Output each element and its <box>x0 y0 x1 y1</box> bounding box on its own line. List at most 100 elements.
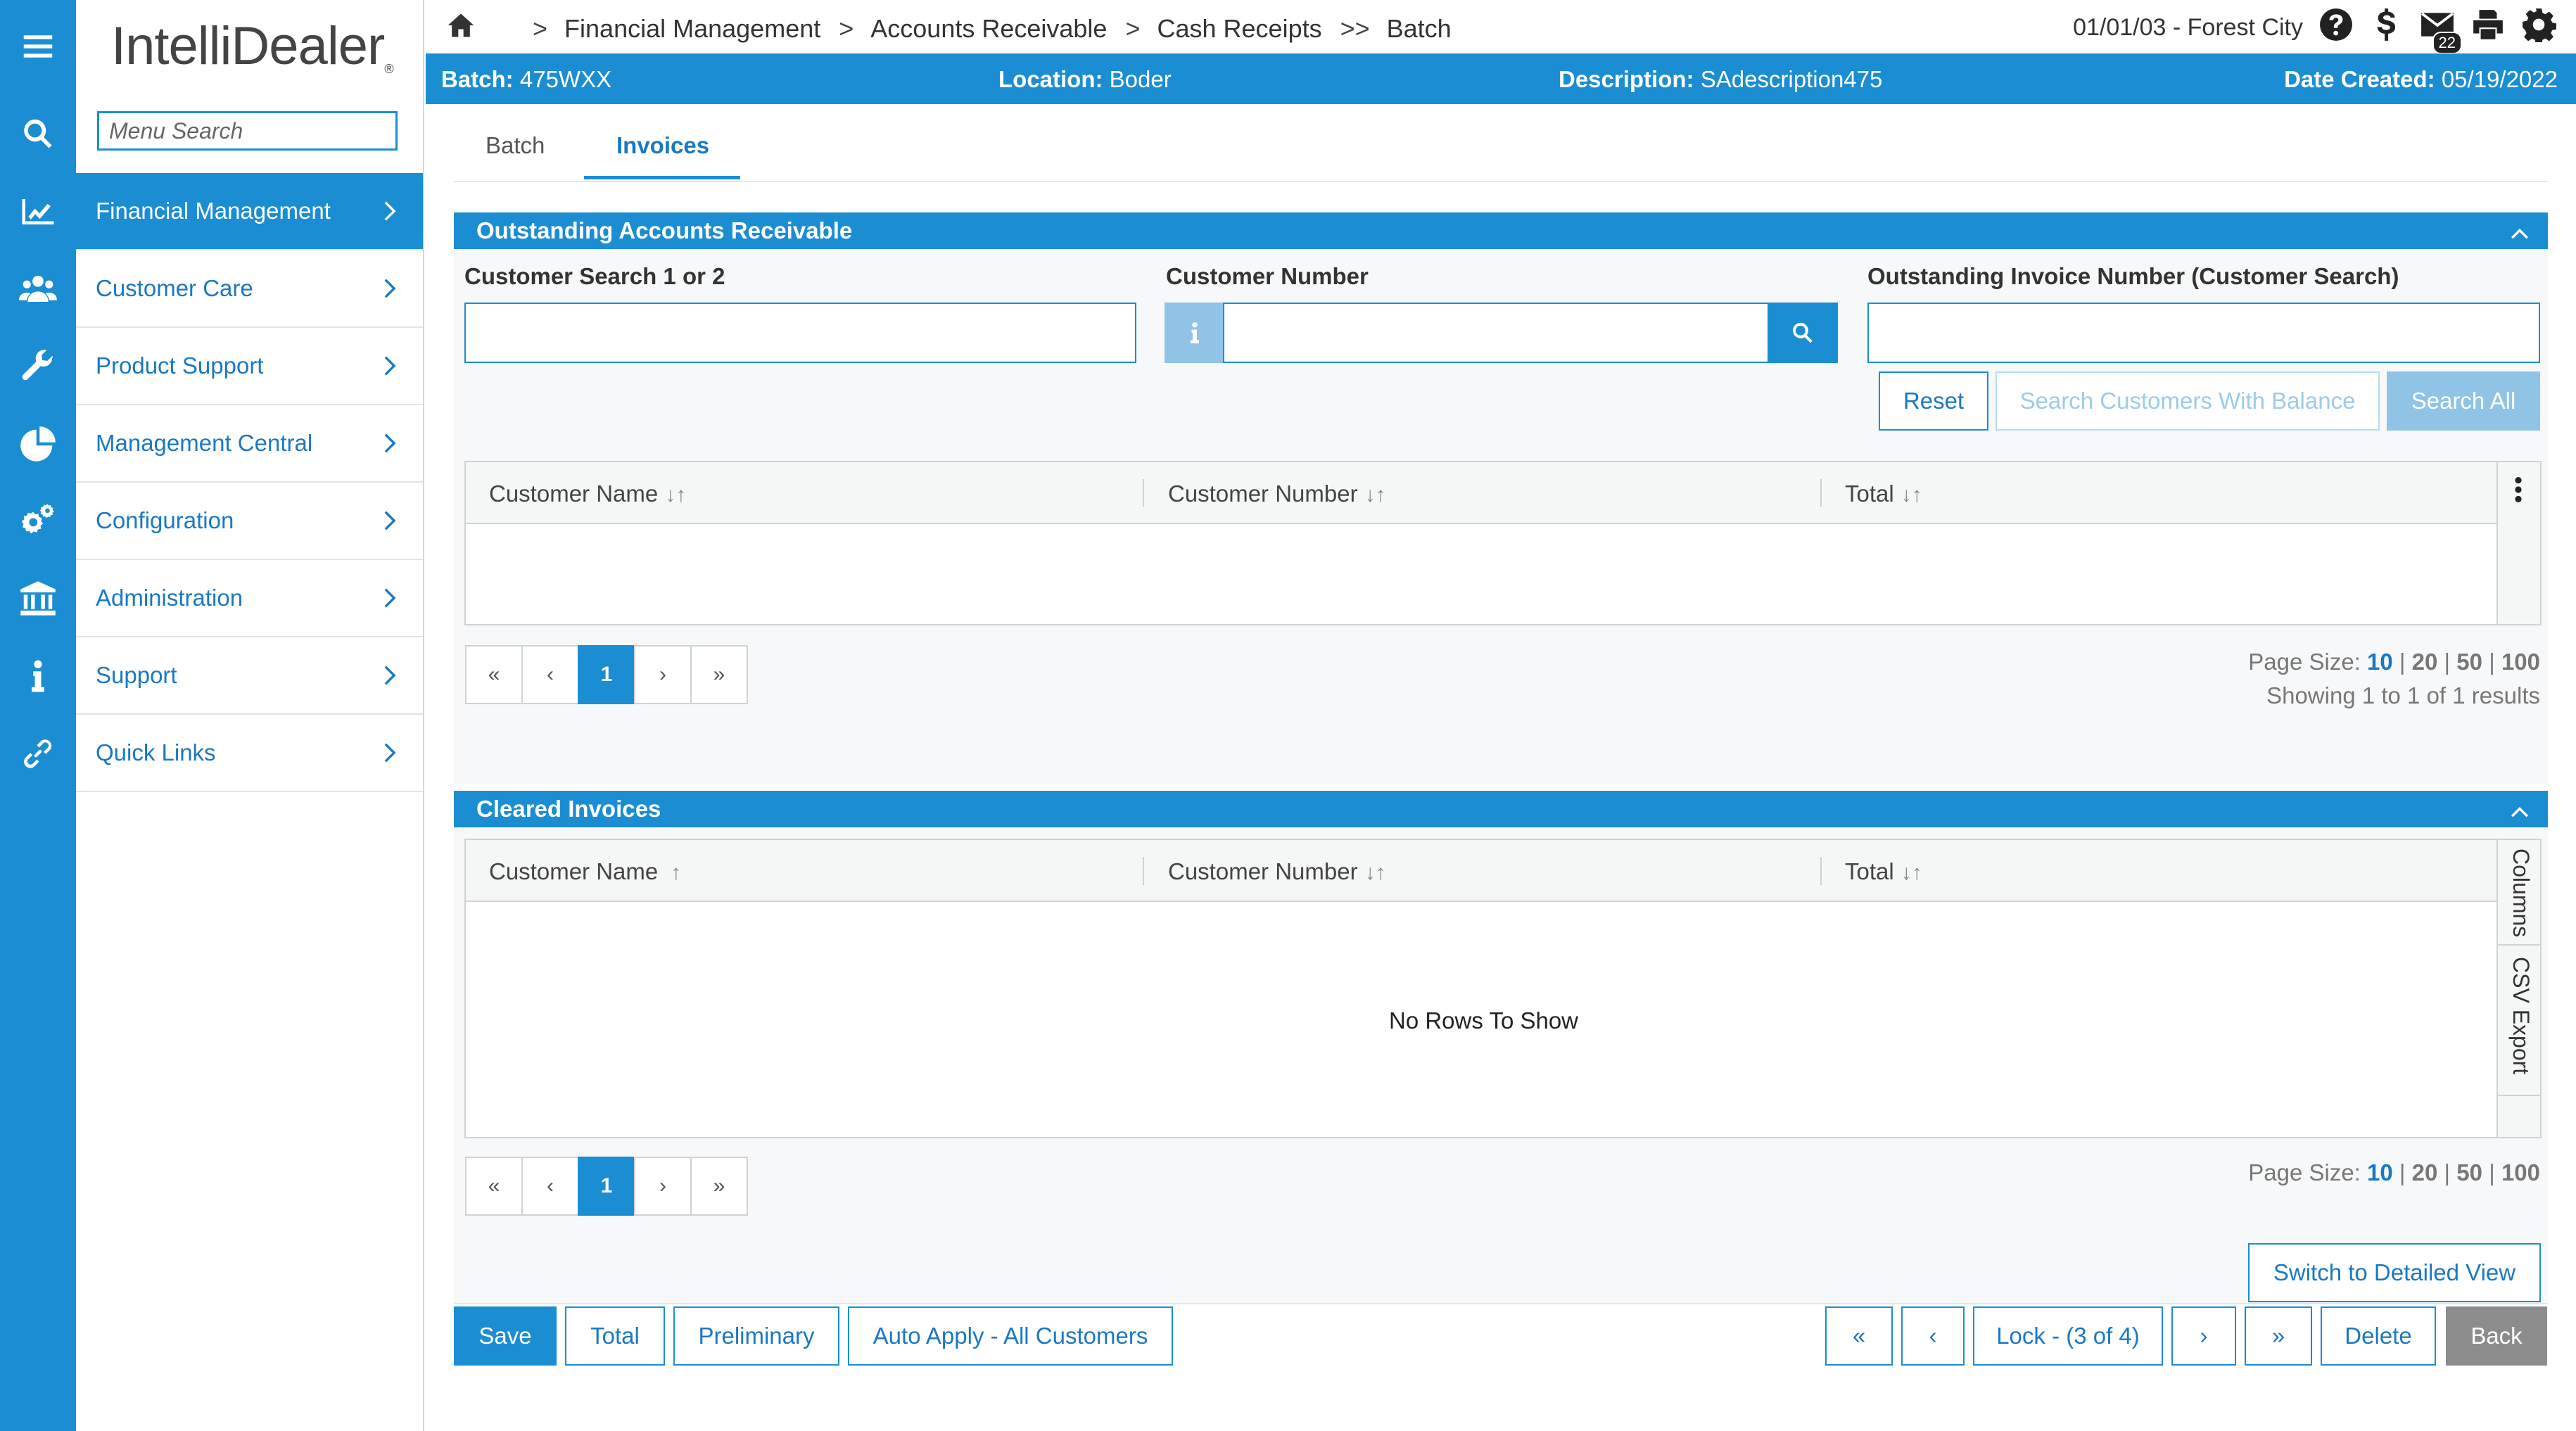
delete-button[interactable]: Delete <box>2321 1306 2436 1366</box>
outstanding-panel-header[interactable]: Outstanding Accounts Receivable <box>454 212 2548 249</box>
next-page-button[interactable]: › <box>634 1157 692 1216</box>
tab-invoices[interactable]: Invoices <box>616 132 709 159</box>
help-icon[interactable] <box>2318 7 2354 49</box>
column-total[interactable]: Total ↓↑ <box>1845 858 1922 885</box>
users-icon[interactable] <box>0 250 76 328</box>
mail-icon[interactable]: 22 <box>2420 7 2462 54</box>
chevron-right-icon <box>378 663 403 688</box>
link-icon[interactable] <box>0 715 76 792</box>
first-record-button[interactable]: « <box>1825 1306 1893 1366</box>
description-field: Description: SAdescription475 <box>1559 66 1883 92</box>
sidebar-item-configuration[interactable]: Configuration <box>76 483 423 560</box>
page-size-100[interactable]: 100 <box>2501 1159 2540 1185</box>
last-page-button[interactable]: » <box>690 1157 748 1216</box>
column-total[interactable]: Total ↓↑ <box>1845 481 1922 507</box>
reset-button[interactable]: Reset <box>1879 371 1988 431</box>
current-page-button[interactable]: 1 <box>578 1157 635 1216</box>
search-customers-with-balance-button[interactable]: Search Customers With Balance <box>1996 371 2380 431</box>
bank-icon[interactable] <box>0 560 76 637</box>
sidebar-item-support[interactable]: Support <box>76 637 423 715</box>
sidebar-item-quick-links[interactable]: Quick Links <box>76 715 423 792</box>
invoice-number-input[interactable] <box>1867 303 2540 363</box>
breadcrumb-cash-receipts[interactable]: Cash Receipts <box>1157 14 1321 44</box>
first-page-button[interactable]: « <box>465 1157 523 1216</box>
preliminary-button[interactable]: Preliminary <box>673 1306 839 1366</box>
date-created-field: Date Created: 05/19/2022 <box>2284 66 2558 92</box>
page-size-10[interactable]: 10 <box>2367 649 2393 675</box>
last-record-button[interactable]: » <box>2245 1306 2312 1366</box>
wrench-icon[interactable] <box>0 328 76 405</box>
total-button[interactable]: Total <box>565 1306 665 1366</box>
search-icon[interactable] <box>0 98 76 169</box>
date-location[interactable]: 01/01/03 - Forest City <box>2073 14 2303 42</box>
more-options-icon[interactable] <box>2508 473 2529 506</box>
settings-icon[interactable] <box>2521 7 2557 49</box>
footer-divider <box>454 1303 2548 1304</box>
icon-rail <box>0 0 76 1431</box>
csv-export-side-tab[interactable]: CSV Export <box>2508 957 2534 1074</box>
tab-batch[interactable]: Batch <box>486 132 545 159</box>
page-size-20[interactable]: 20 <box>2412 1159 2438 1185</box>
sidebar-item-product-support[interactable]: Product Support <box>76 328 423 405</box>
sidebar-item-customer-care[interactable]: Customer Care <box>76 250 423 328</box>
column-customer-name[interactable]: Customer Name ↑ <box>489 858 681 885</box>
info-icon[interactable] <box>1165 303 1224 363</box>
search-all-button[interactable]: Search All <box>2387 371 2540 431</box>
page-size-50[interactable]: 50 <box>2456 649 2482 675</box>
current-page-button[interactable]: 1 <box>578 645 635 704</box>
info-icon[interactable] <box>0 637 76 715</box>
cleared-panel-header[interactable]: Cleared Invoices <box>454 791 2548 827</box>
next-page-button[interactable]: › <box>634 645 692 704</box>
sidebar-item-financial-management[interactable]: Financial Management <box>76 173 423 250</box>
previous-page-button[interactable]: ‹ <box>521 645 579 704</box>
previous-page-button[interactable]: ‹ <box>521 1157 579 1216</box>
back-button[interactable]: Back <box>2446 1306 2547 1366</box>
sort-icon: ↓↑ <box>1364 483 1386 507</box>
column-customer-number[interactable]: Customer Number ↓↑ <box>1168 481 1386 507</box>
outstanding-pager: « ‹ 1 › » <box>465 645 748 704</box>
breadcrumb-financial-management[interactable]: Financial Management <box>564 14 820 44</box>
search-icon[interactable] <box>1768 303 1838 363</box>
sidebar-item-label: Support <box>96 662 177 688</box>
chart-line-icon[interactable] <box>0 173 76 250</box>
previous-record-button[interactable]: ‹ <box>1901 1306 1965 1366</box>
column-customer-name[interactable]: Customer Name ↓↑ <box>489 481 686 507</box>
sidebar-item-label: Customer Care <box>96 275 253 301</box>
last-page-button[interactable]: » <box>690 645 748 704</box>
sidebar-item-management-central[interactable]: Management Central <box>76 405 423 483</box>
customer-search-label: Customer Search 1 or 2 <box>464 263 725 289</box>
column-divider[interactable] <box>1143 479 1144 507</box>
dollar-icon[interactable] <box>2369 7 2404 49</box>
switch-detailed-view-button[interactable]: Switch to Detailed View <box>2248 1243 2541 1302</box>
page-size-50[interactable]: 50 <box>2456 1159 2482 1185</box>
customer-search-input[interactable] <box>464 303 1136 363</box>
pie-chart-icon[interactable] <box>0 405 76 483</box>
outstanding-panel-title: Outstanding Accounts Receivable <box>476 217 853 243</box>
column-divider[interactable] <box>1143 857 1144 885</box>
column-divider[interactable] <box>1820 857 1822 885</box>
next-record-button[interactable]: › <box>2171 1306 2236 1366</box>
menu-icon[interactable] <box>0 13 76 80</box>
column-customer-number[interactable]: Customer Number ↓↑ <box>1168 858 1386 885</box>
gears-icon[interactable] <box>0 483 76 560</box>
first-page-button[interactable]: « <box>465 645 523 704</box>
chevron-up-icon[interactable] <box>2508 798 2531 820</box>
page-size-100[interactable]: 100 <box>2501 649 2540 675</box>
customer-number-input[interactable] <box>1223 303 1769 363</box>
chevron-up-icon[interactable] <box>2508 220 2531 242</box>
sort-ascending-icon: ↑ <box>671 861 682 884</box>
print-icon[interactable] <box>2470 7 2506 49</box>
grid-side-panel: Columns CSV Export <box>2496 840 2540 1137</box>
page-size-10[interactable]: 10 <box>2367 1159 2393 1185</box>
column-divider[interactable] <box>1820 479 1822 507</box>
columns-side-tab[interactable]: Columns <box>2508 848 2534 937</box>
breadcrumb-accounts-receivable[interactable]: Accounts Receivable <box>870 14 1107 44</box>
home-icon[interactable] <box>445 10 476 47</box>
cleared-page-size: Page Size: 10 | 20 | 50 | 100 <box>2248 1159 2540 1185</box>
save-button[interactable]: Save <box>454 1306 557 1366</box>
lock-button[interactable]: Lock - (3 of 4) <box>1973 1306 2163 1366</box>
auto-apply-all-customers-button[interactable]: Auto Apply - All Customers <box>848 1306 1173 1366</box>
page-size-20[interactable]: 20 <box>2412 649 2438 675</box>
menu-search-input[interactable] <box>97 111 398 151</box>
sidebar-item-administration[interactable]: Administration <box>76 560 423 637</box>
